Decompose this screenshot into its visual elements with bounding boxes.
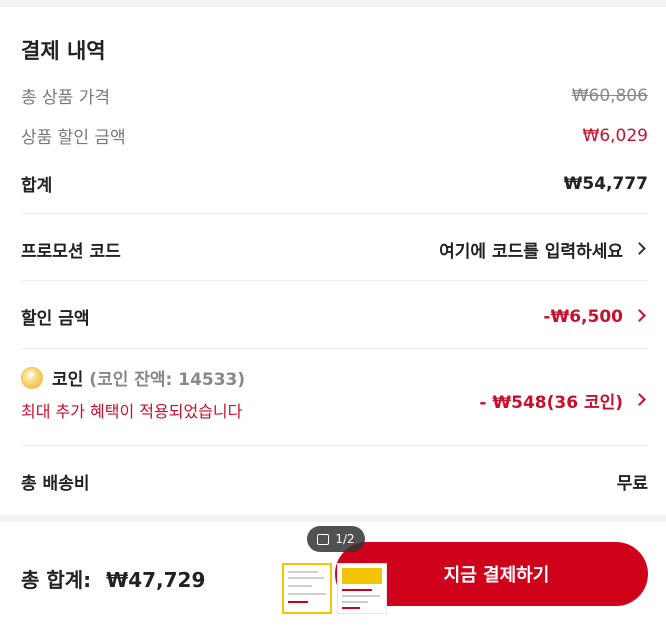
grand-total-value: ₩47,729: [106, 568, 206, 592]
image-counter: 1/2: [335, 532, 355, 546]
grand-total-label: 총 합계:: [21, 568, 92, 592]
product-discount-row: 상품 할인 금액 ₩6,029: [21, 123, 648, 149]
divider: [21, 348, 648, 349]
coin-value-entry[interactable]: - ₩548(36 코인): [479, 388, 648, 413]
discount-amount-entry[interactable]: -₩6,500: [543, 307, 648, 327]
coin-row[interactable]: 코인 (코인 잔액: 14533) 최대 추가 혜택이 적용되었습니다: [21, 365, 245, 422]
discount-amount-row[interactable]: 할인 금액 -₩6,500: [21, 304, 648, 329]
payment-summary-card: 결제 내역 총 상품 가격 ₩60,806 상품 할인 금액 ₩6,029 합계…: [0, 7, 666, 515]
shipping-label: 총 배송비: [21, 474, 90, 494]
coin-value: - ₩548(36 코인): [479, 393, 623, 413]
total-product-price-label: 총 상품 가격: [21, 88, 111, 108]
divider: [21, 213, 648, 214]
divider: [21, 280, 648, 281]
subtotal-row: 합계 ₩54,777: [21, 171, 648, 197]
promo-code-label: 프로모션 코드: [21, 242, 121, 262]
product-thumbnail-2[interactable]: [337, 563, 387, 614]
coin-balance: (코인 잔액: 14533): [89, 370, 246, 390]
coin-benefit-note: 최대 추가 혜택이 적용되었습니다: [21, 402, 243, 421]
discount-amount-value: -₩6,500: [543, 306, 623, 327]
checkout-footer: 총 합계: ₩47,729 지금 결제하기 1/2: [0, 522, 666, 627]
promo-code-entry[interactable]: 여기에 코드를 입력하세요: [439, 237, 648, 262]
subtotal-label: 합계: [21, 176, 53, 196]
image-counter-badge[interactable]: 1/2: [307, 526, 365, 552]
discount-amount-label: 할인 금액: [21, 309, 90, 329]
product-discount-value: ₩6,029: [582, 125, 648, 146]
shipping-row: 총 배송비 무료: [21, 469, 648, 494]
divider: [21, 445, 648, 446]
total-product-price-row: 총 상품 가격 ₩60,806: [21, 83, 648, 109]
grand-total: 총 합계: ₩47,729: [21, 564, 205, 593]
image-icon: [317, 533, 330, 545]
shipping-value: 무료: [616, 474, 648, 494]
total-product-price-value: ₩60,806: [571, 85, 648, 106]
promo-code-row[interactable]: 프로모션 코드 여기에 코드를 입력하세요: [21, 237, 648, 262]
chevron-right-icon: [633, 242, 646, 255]
checkout-page: 결제 내역 총 상품 가격 ₩60,806 상품 할인 금액 ₩6,029 합계…: [0, 0, 666, 627]
product-thumbnail-1[interactable]: [282, 563, 332, 614]
subtotal-value: ₩54,777: [563, 173, 648, 194]
chevron-right-icon: [633, 393, 646, 406]
coin-label: 코인: [52, 370, 84, 390]
product-discount-label: 상품 할인 금액: [21, 128, 126, 148]
coin-icon: [21, 366, 43, 389]
promo-code-action[interactable]: 여기에 코드를 입력하세요: [439, 237, 623, 262]
section-title: 결제 내역: [21, 39, 106, 63]
chevron-right-icon: [633, 309, 646, 322]
